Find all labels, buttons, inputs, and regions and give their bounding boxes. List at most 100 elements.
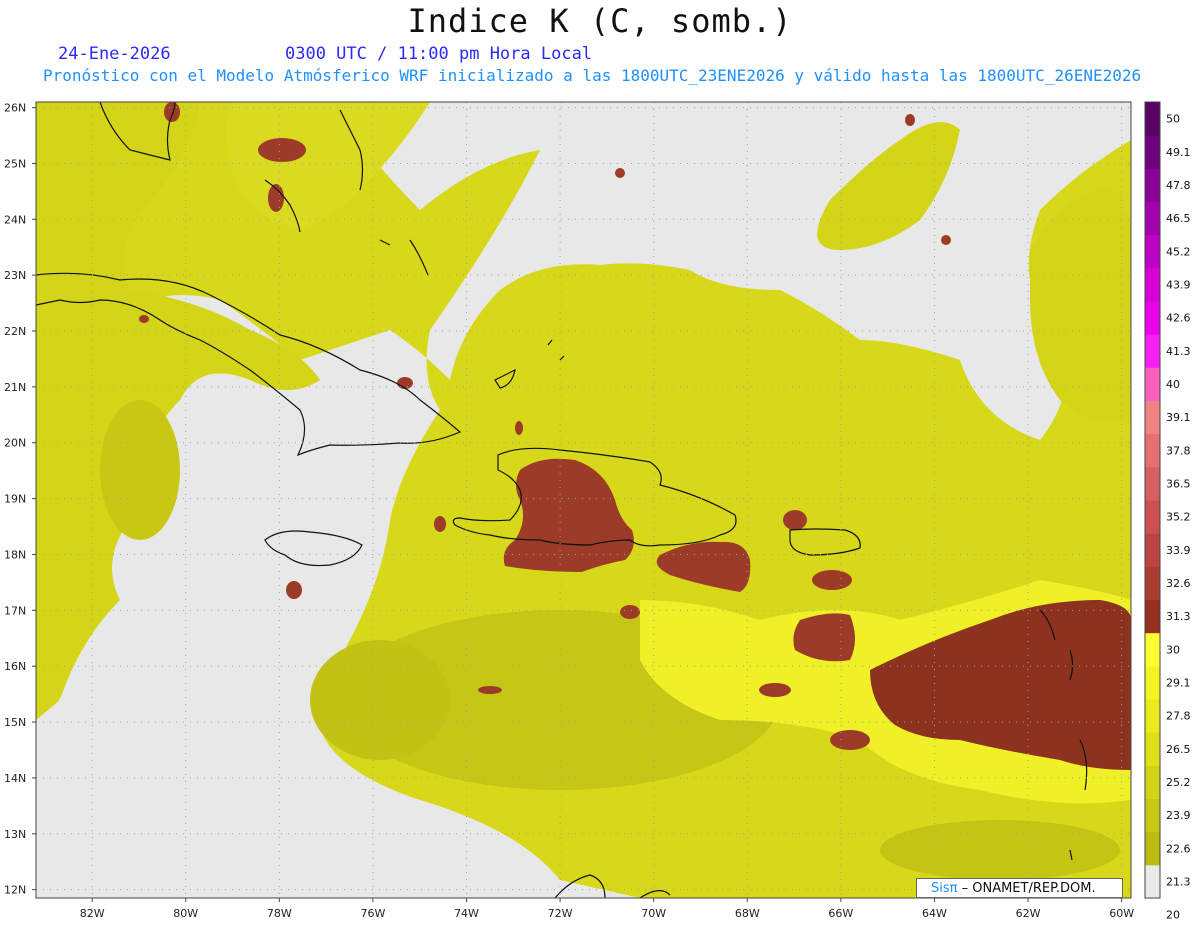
field-brown-atl-1 [615,168,625,178]
colorbar-label: 23.9 [1166,809,1191,822]
lon-label: 62W [1016,907,1041,920]
lat-label: 18N [4,548,26,561]
field-brown-cuba-w [139,315,149,323]
colorbar-label: 29.1 [1166,676,1191,689]
colorbar-label: 37.8 [1166,444,1191,457]
credit-box: Sisπ – ONAMET/REP.DOM. [916,878,1123,898]
field-brown-bahamas-1 [258,138,306,162]
colorbar-label: 20 [1166,909,1180,922]
field-brown-patch-2 [812,570,852,590]
colorbar-swatch [1145,665,1160,700]
colorbar-label: 41.3 [1166,345,1191,358]
plot-area: 26N 25N 24N 23N 22N 21N 20N 19N 18N 17N 16N 15N 14N 1… [4,101,1134,920]
colorbar-swatch [1145,334,1160,368]
colorbar-swatch [1145,732,1160,766]
colorbar-swatch [1145,699,1160,733]
colorbar-swatch [1145,234,1160,269]
colorbar-swatch [1145,267,1160,302]
lat-label: 12N [4,884,26,897]
lon-label: 70W [641,907,666,920]
field-brown-patch-6 [620,605,640,619]
colorbar-swatch [1145,102,1160,136]
field-hole-sw [40,670,160,890]
field-brown-patch-9 [515,421,523,435]
colorbar-label: 21.3 [1166,875,1191,888]
credit-brand: Sisπ [931,881,958,896]
colorbar-label: 36.5 [1166,477,1191,490]
lon-label: 74W [454,907,479,920]
field-brown-florida [164,102,180,122]
colorbar-swatch [1145,798,1160,833]
field-brown-cuba-e [397,377,413,389]
colorbar-label: 33.9 [1166,544,1191,557]
field-dark-cuba [100,400,180,540]
lat-label: 19N [4,493,26,506]
colorbar-swatch [1145,599,1160,634]
lon-label: 64W [922,907,947,920]
weather-map: 26N 25N 24N 23N 22N 21N 20N 19N 18N 17N 16N 15N 14N 1… [4,101,1191,922]
field-brown-patch-8 [434,516,446,532]
colorbar-swatch [1145,201,1160,236]
colorbar-swatch [1145,168,1160,202]
lat-label: 25N [4,157,26,170]
lat-label: 22N [4,325,26,338]
lat-label: 20N [4,437,26,450]
lat-label: 24N [4,213,26,226]
lat-label: 14N [4,772,26,785]
colorbar-swatch [1145,135,1160,169]
colorbar-label: 47.8 [1166,179,1191,192]
colorbar-label: 39.1 [1166,411,1191,424]
colorbar-label: 22.6 [1166,842,1191,855]
field-brown-patch-7 [478,686,502,694]
field-brown-jamaica [286,581,302,599]
lon-label: 72W [548,907,573,920]
colorbar-swatch [1145,765,1160,799]
field-brown-patch-3 [783,510,807,530]
colorbar-label: 46.5 [1166,212,1191,225]
field-brown-atl-3 [941,235,951,245]
colorbar-swatch [1145,566,1160,600]
colorbar-swatch [1145,367,1160,401]
colorbar-label: 40 [1166,378,1180,391]
lon-label: 68W [735,907,760,920]
lat-label: 21N [4,381,26,394]
lon-label: 66W [828,907,853,920]
colorbar-swatch [1145,301,1160,335]
colorbar-label: 26.5 [1166,743,1191,756]
credit-org: – ONAMET/REP.DOM. [961,881,1096,896]
field-hole-caribbean-w [200,450,280,630]
lat-label: 15N [4,716,26,729]
colorbar-label: 31.3 [1166,610,1191,623]
colorbar-label: 50 [1166,113,1180,126]
colorbar-label: 27.8 [1166,710,1191,723]
colorbar-swatch [1145,831,1160,866]
colorbar-swatch [1145,466,1160,501]
field-brown-patch-5 [830,730,870,750]
field-brown-atl-2 [905,114,915,126]
lat-label: 13N [4,828,26,841]
lat-label: 16N [4,660,26,673]
lon-label: 76W [360,907,385,920]
colorbar-label: 32.6 [1166,577,1191,590]
colorbar-swatch [1145,433,1160,468]
colorbar: 50 49.1 47.8 46.5 45.2 43.9 42.6 41.3 40 39.1 37.8… [1144,101,1191,922]
colorbar-label: 25.2 [1166,776,1191,789]
colorbar-label: 43.9 [1166,278,1191,291]
colorbar-swatch [1145,632,1160,667]
colorbar-swatch [1145,864,1160,899]
lat-label: 23N [4,269,26,282]
colorbar-swatch [1145,500,1160,534]
colorbar-label: 35.2 [1166,511,1191,524]
lat-label: 17N [4,604,26,617]
lon-label: 78W [267,907,292,920]
lon-label: 60W [1109,907,1134,920]
field-brown-patch-4 [759,683,791,697]
colorbar-swatch [1145,400,1160,435]
lat-label: 26N [4,102,26,115]
field-dark-west [310,640,450,760]
longitude-labels: 82W 80W 78W 76W 74W 72W 70W 68W 66W 64W 62W 60W [80,898,1134,920]
colorbar-label: 49.1 [1166,146,1191,159]
latitude-labels: 26N 25N 24N 23N 22N 21N 20N 19N 18N 17N 16N 15N 14N 1… [4,102,36,897]
colorbar-label: 45.2 [1166,245,1191,258]
field-dark-se [880,820,1120,880]
